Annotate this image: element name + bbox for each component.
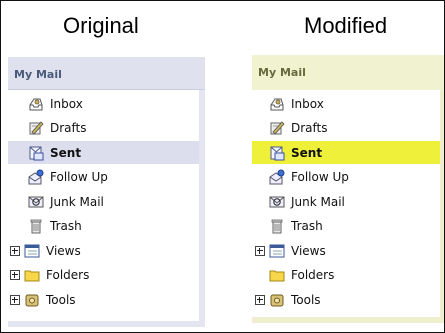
junk-mail-icon: [269, 194, 285, 210]
trash-icon: [269, 218, 285, 234]
folder-item-tools[interactable]: Tools: [8, 288, 199, 311]
original-mail-panel: My Mail Inbox Drafts Sent Follow Up Junk Mai…: [8, 57, 205, 327]
folder-item-drafts[interactable]: Drafts: [8, 117, 199, 140]
original-panel-title: My Mail: [8, 57, 205, 90]
folder-item-drafts[interactable]: Drafts: [252, 117, 440, 140]
folder-item-sent[interactable]: Sent: [252, 141, 440, 164]
tools-icon: [269, 292, 285, 308]
folder-item-folders[interactable]: Folders: [8, 264, 199, 287]
folder-item-label: Drafts: [50, 121, 87, 135]
comparison-frame: Original Modified My Mail Inbox Drafts Sen…: [0, 0, 445, 333]
drafts-icon: [28, 120, 44, 136]
follow-up-icon: [28, 169, 44, 185]
folder-item-label: Trash: [291, 219, 323, 233]
follow-up-icon: [269, 169, 285, 185]
folder-item-views[interactable]: Views: [252, 239, 440, 262]
folder-item-folders[interactable]: Folders: [252, 264, 440, 287]
folder-item-label: Folders: [46, 268, 90, 282]
folder-item-follow-up[interactable]: Follow Up: [8, 166, 199, 189]
inbox-icon: [269, 96, 285, 112]
folder-item-label: Inbox: [50, 96, 83, 111]
folder-item-label: Follow Up: [50, 170, 108, 184]
folder-item-sent[interactable]: Sent: [8, 141, 199, 164]
folder-item-label: Tools: [291, 292, 321, 307]
drafts-icon: [269, 120, 285, 136]
folder-item-label: Junk Mail: [50, 194, 104, 209]
expand-toggle-icon[interactable]: [255, 294, 265, 305]
inbox-icon: [28, 96, 44, 112]
folder-item-label: Inbox: [291, 96, 324, 111]
folder-icon: [24, 267, 40, 283]
modified-folder-list: Inbox Drafts Sent Follow Up Junk Mail Trash Vi…: [252, 90, 444, 323]
folder-item-views[interactable]: Views: [8, 239, 199, 262]
folder-item-label: Tools: [46, 292, 76, 307]
folder-item-label: Views: [46, 243, 81, 258]
expand-toggle-icon[interactable]: [10, 294, 20, 305]
folder-item-inbox[interactable]: Inbox: [252, 92, 440, 115]
views-icon: [269, 243, 285, 259]
original-heading: Original: [63, 13, 139, 38]
folder-item-trash[interactable]: Trash: [8, 215, 199, 238]
folder-item-label: Folders: [291, 268, 335, 282]
folder-item-junk-mail[interactable]: Junk Mail: [252, 190, 440, 213]
folder-icon: [269, 267, 285, 283]
sent-icon: [269, 145, 285, 161]
trash-icon: [28, 218, 44, 234]
folder-item-label: Junk Mail: [291, 194, 345, 209]
expand-toggle-icon[interactable]: [10, 245, 20, 256]
original-folder-list: Inbox Drafts Sent Follow Up Junk Mail Trash Vi…: [8, 90, 205, 327]
views-icon: [24, 243, 40, 259]
folder-item-label: Drafts: [291, 121, 328, 135]
tools-icon: [24, 292, 40, 308]
folder-item-label: Sent: [291, 145, 323, 160]
folder-item-inbox[interactable]: Inbox: [8, 92, 199, 115]
folder-item-tools[interactable]: Tools: [252, 288, 440, 311]
expand-toggle-icon[interactable]: [255, 245, 265, 256]
folder-item-label: Trash: [50, 219, 82, 233]
modified-mail-panel: My Mail Inbox Drafts Sent Follow Up Junk Mai…: [252, 55, 444, 323]
folder-item-follow-up[interactable]: Follow Up: [252, 166, 440, 189]
sent-icon: [28, 145, 44, 161]
folder-item-label: Follow Up: [291, 170, 349, 184]
expand-toggle-icon[interactable]: [10, 270, 20, 280]
modified-panel-title: My Mail: [252, 55, 444, 90]
folder-item-trash[interactable]: Trash: [252, 215, 440, 238]
junk-mail-icon: [28, 194, 44, 210]
modified-heading: Modified: [304, 13, 388, 38]
folder-item-junk-mail[interactable]: Junk Mail: [8, 190, 199, 213]
folder-item-label: Views: [291, 243, 326, 258]
folder-item-label: Sent: [50, 145, 82, 160]
